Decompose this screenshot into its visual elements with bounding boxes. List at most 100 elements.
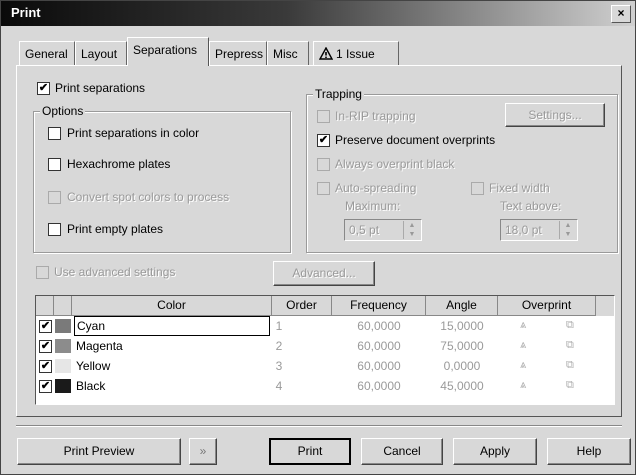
overprint-text-icon[interactable]: ⧉: [566, 339, 574, 352]
spinner-arrows-icon[interactable]: ▲ ▼: [403, 221, 420, 239]
apply-button[interactable]: Apply: [453, 438, 537, 465]
order-value: 4: [275, 379, 283, 393]
advanced-settings-checkbox[interactable]: [36, 266, 49, 279]
cancel-button[interactable]: Cancel: [361, 438, 443, 465]
frequency-value: 60,0000: [357, 379, 401, 393]
auto-spreading-checkbox[interactable]: [317, 182, 330, 195]
table-row[interactable]: ✔ Cyan 1 60,0000 15,0000 ⩓ ⧉: [36, 316, 614, 336]
table-row[interactable]: ✔ Yellow 3 60,0000 0,0000 ⩓ ⧉: [36, 356, 614, 376]
angle-value: 0,0000: [443, 359, 481, 373]
separations-in-color-label: Print separations in color: [67, 126, 200, 140]
tab-layout[interactable]: Layout: [75, 41, 127, 65]
maximum-spinner[interactable]: 0,5 pt ▲ ▼: [344, 219, 422, 241]
color-swatch: [55, 339, 71, 353]
header-order[interactable]: Order: [272, 296, 332, 316]
advanced-settings-label: Use advanced settings: [54, 265, 176, 279]
options-group-label: Options: [40, 104, 86, 118]
angle-value: 75,0000: [440, 339, 484, 353]
convert-spot-colors-label: Convert spot colors to process: [67, 190, 230, 204]
order-value: 1: [275, 319, 283, 333]
header-angle[interactable]: Angle: [426, 296, 498, 316]
maximum-value: 0,5 pt: [349, 223, 380, 237]
text-above-spinner[interactable]: 18,0 pt ▲ ▼: [500, 219, 578, 241]
order-value: 3: [275, 359, 283, 373]
header-color[interactable]: Color: [72, 296, 272, 316]
print-dialog: Print × General Layout Separations Prepr…: [0, 0, 636, 475]
tab-separations[interactable]: Separations: [127, 37, 209, 66]
trapping-group-label: Trapping: [313, 87, 364, 101]
title-bar[interactable]: Print ×: [1, 1, 635, 26]
tab-general[interactable]: General: [19, 41, 75, 65]
separations-table: Color Order Frequency Angle Overprint ✔ …: [35, 295, 615, 405]
overprint-graphics-icon[interactable]: ⩓: [520, 359, 526, 372]
tab-layout-label: Layout: [81, 47, 118, 61]
empty-plates-checkbox[interactable]: [48, 223, 61, 236]
angle-value: 15,0000: [440, 319, 484, 333]
always-overprint-black-label: Always overprint black: [335, 157, 455, 171]
separations-in-color-checkbox[interactable]: [48, 127, 61, 140]
fixed-width-checkbox[interactable]: [471, 182, 484, 195]
tab-separations-label: Separations: [133, 43, 198, 57]
header-frequency[interactable]: Frequency: [332, 296, 426, 316]
spinner-arrows-icon[interactable]: ▲ ▼: [559, 221, 576, 239]
preserve-overprints-checkbox[interactable]: ✔: [317, 134, 330, 147]
help-button[interactable]: Help: [547, 438, 631, 465]
color-name[interactable]: Black: [76, 376, 105, 396]
frequency-value: 60,0000: [357, 339, 401, 353]
advanced-button[interactable]: Advanced...: [273, 261, 375, 286]
overprint-text-icon[interactable]: ⧉: [566, 379, 574, 392]
row-checkbox[interactable]: ✔: [39, 360, 52, 373]
row-checkbox[interactable]: ✔: [39, 380, 52, 393]
tab-prepress-label: Prepress: [215, 47, 264, 61]
always-overprint-black-checkbox[interactable]: [317, 158, 330, 171]
print-preview-button[interactable]: Print Preview: [17, 438, 181, 465]
color-swatch: [55, 379, 71, 393]
table-header: Color Order Frequency Angle Overprint: [36, 296, 614, 316]
print-separations-label: Print separations: [55, 81, 146, 95]
color-name[interactable]: Cyan: [74, 316, 270, 336]
overprint-text-icon[interactable]: ⧉: [566, 359, 574, 372]
color-swatch: [55, 359, 71, 373]
table-row[interactable]: ✔ Magenta 2 60,0000 75,0000 ⩓ ⧉: [36, 336, 614, 356]
overprint-text-icon[interactable]: ⧉: [566, 319, 574, 332]
header-swatch-column: [54, 296, 72, 316]
overprint-graphics-icon[interactable]: ⩓: [520, 319, 526, 332]
tab-issues[interactable]: 1 Issue: [313, 41, 399, 65]
footer-separator: [16, 425, 622, 427]
tab-prepress[interactable]: Prepress: [209, 41, 267, 65]
color-name[interactable]: Yellow: [76, 356, 110, 376]
hexachrome-label: Hexachrome plates: [67, 157, 171, 171]
color-name[interactable]: Magenta: [76, 336, 123, 356]
tab-misc-label: Misc: [273, 47, 298, 61]
window-title: Print: [11, 5, 41, 20]
trapping-settings-button[interactable]: Settings...: [505, 103, 605, 127]
color-swatch: [55, 319, 71, 333]
header-check-column: [36, 296, 54, 316]
row-checkbox[interactable]: ✔: [39, 320, 52, 333]
header-overprint[interactable]: Overprint: [498, 296, 596, 316]
fixed-width-label: Fixed width: [489, 181, 550, 195]
tab-issues-label: 1 Issue: [336, 47, 375, 61]
frequency-value: 60,0000: [357, 359, 401, 373]
table-row[interactable]: ✔ Black 4 60,0000 45,0000 ⩓ ⧉: [36, 376, 614, 396]
text-above-label: Text above:: [500, 199, 562, 213]
angle-value: 45,0000: [440, 379, 484, 393]
frequency-value: 60,0000: [357, 319, 401, 333]
collapse-preview-button[interactable]: »: [189, 438, 217, 465]
tab-misc[interactable]: Misc: [267, 41, 309, 65]
row-checkbox[interactable]: ✔: [39, 340, 52, 353]
tab-general-label: General: [25, 47, 68, 61]
hexachrome-checkbox[interactable]: [48, 158, 61, 171]
auto-spreading-label: Auto-spreading: [335, 181, 417, 195]
print-button[interactable]: Print: [269, 438, 351, 465]
close-button[interactable]: ×: [611, 5, 631, 23]
order-value: 2: [275, 339, 283, 353]
in-rip-trapping-checkbox[interactable]: [317, 110, 330, 123]
overprint-graphics-icon[interactable]: ⩓: [520, 379, 526, 392]
maximum-label: Maximum:: [345, 199, 401, 213]
convert-spot-colors-checkbox[interactable]: [48, 191, 61, 204]
preserve-overprints-label: Preserve document overprints: [335, 133, 496, 147]
warning-icon: [318, 46, 334, 60]
overprint-graphics-icon[interactable]: ⩓: [520, 339, 526, 352]
print-separations-checkbox[interactable]: ✔: [37, 82, 50, 95]
